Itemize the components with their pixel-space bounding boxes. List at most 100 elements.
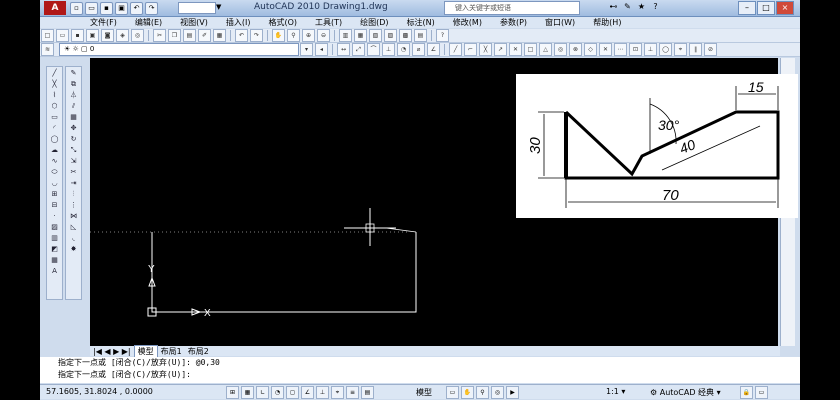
save-icon[interactable]: ▪ [71, 29, 84, 42]
diameter-icon[interactable]: ⌀ [412, 43, 425, 56]
cut-icon[interactable]: ✂ [153, 29, 166, 42]
application-menu-button[interactable]: A [44, 1, 66, 15]
array-icon[interactable]: ▦ [68, 112, 79, 122]
trim-icon[interactable]: ✂ [68, 167, 79, 177]
chamfer-icon[interactable]: ◺ [68, 222, 79, 232]
clean-screen-icon[interactable]: ▭ [755, 386, 768, 399]
ducs-icon[interactable]: ⊥ [316, 386, 329, 399]
layout-icon[interactable]: ▭ [446, 386, 459, 399]
polygon-icon[interactable]: ⬡ [49, 101, 60, 111]
close-button[interactable]: × [776, 1, 794, 15]
grid-icon[interactable]: ▦ [241, 386, 254, 399]
design-center-icon[interactable]: ▦ [354, 29, 367, 42]
coordinates-readout[interactable]: 57.1605, 31.8024 , 0.0000 [46, 387, 153, 396]
tab-model[interactable]: 模型 [133, 344, 158, 358]
osnap-toggle-icon[interactable]: ◻ [286, 386, 299, 399]
center-icon[interactable]: ◎ [554, 43, 567, 56]
workspace-switch[interactable]: ⚙ AutoCAD 经典 ▾ [650, 387, 721, 398]
ortho-icon[interactable]: ∟ [256, 386, 269, 399]
menu-parametric[interactable]: 参数(P) [494, 17, 533, 28]
mtext-icon[interactable]: A [49, 266, 60, 276]
linear-dim-icon[interactable]: ↔ [337, 43, 350, 56]
plot-icon[interactable]: ▣ [86, 29, 99, 42]
quickcalc-icon[interactable]: ▤ [414, 29, 427, 42]
xline-icon[interactable]: ╳ [49, 79, 60, 89]
sheet-set-icon[interactable]: ▨ [384, 29, 397, 42]
make-block-icon[interactable]: ⊟ [49, 200, 60, 210]
midpoint-icon[interactable]: △ [539, 43, 552, 56]
aligned-dim-icon[interactable]: ⤢ [352, 43, 365, 56]
command-prompt-line[interactable]: 指定下一点或 [闭合(C)/放弃(U)]: [40, 369, 800, 381]
tangent-icon[interactable]: ◯ [659, 43, 672, 56]
insertion-icon[interactable]: ⊡ [629, 43, 642, 56]
revcloud-icon[interactable]: ☁ [49, 145, 60, 155]
menu-help[interactable]: 帮助(H) [587, 17, 627, 28]
new-icon[interactable]: ▫ [70, 2, 83, 15]
block-editor-icon[interactable]: ▦ [213, 29, 226, 42]
qp-icon[interactable]: ▤ [361, 386, 374, 399]
menu-tools[interactable]: 工具(T) [309, 17, 348, 28]
plot-icon[interactable]: ▣ [115, 2, 128, 15]
node-icon[interactable]: ⊗ [569, 43, 582, 56]
command-window[interactable]: 指定下一点或 [闭合(C)/放弃(U)]: @0,30 指定下一点或 [闭合(C… [40, 357, 800, 383]
menu-format[interactable]: 格式(O) [262, 17, 303, 28]
help-icon[interactable]: ? [650, 1, 661, 12]
quadrant-icon[interactable]: ◇ [584, 43, 597, 56]
circle-icon[interactable]: ◯ [49, 134, 60, 144]
nearest-icon[interactable]: ⌖ [674, 43, 687, 56]
comm-center-icon[interactable]: ✎ [622, 1, 633, 12]
tab-nav-icon[interactable]: |◀ ◀ ▶ ▶| [90, 347, 134, 356]
perpendicular-icon[interactable]: ⊥ [644, 43, 657, 56]
point-icon[interactable]: · [49, 211, 60, 221]
snap-none-icon[interactable]: ⊘ [704, 43, 717, 56]
tab-layout2[interactable]: 布局2 [185, 346, 212, 357]
steering-wheel-icon[interactable]: ◎ [491, 386, 504, 399]
ordinate-icon[interactable]: ⊥ [382, 43, 395, 56]
mirror-icon[interactable]: ⏃ [68, 90, 79, 100]
menu-window[interactable]: 窗口(W) [539, 17, 581, 28]
ellipse-icon[interactable]: ⬭ [49, 167, 60, 177]
snap-icon[interactable]: ⊞ [226, 386, 239, 399]
extension-icon[interactable]: ⋯ [614, 43, 627, 56]
polar-icon[interactable]: ◔ [271, 386, 284, 399]
xline-icon[interactable]: ╳ [479, 43, 492, 56]
erase-icon[interactable]: ✎ [68, 68, 79, 78]
save-icon[interactable]: ▪ [100, 2, 113, 15]
endpoint-icon[interactable]: □ [524, 43, 537, 56]
intersection-icon[interactable]: ✕ [599, 43, 612, 56]
polyline-icon[interactable]: ⌇ [49, 90, 60, 100]
properties-icon[interactable]: ▥ [339, 29, 352, 42]
copy-object-icon[interactable]: ⧉ [68, 79, 79, 89]
menu-view[interactable]: 视图(V) [174, 17, 214, 28]
minimize-button[interactable]: – [738, 1, 756, 15]
open-icon[interactable]: ▭ [85, 2, 98, 15]
osnap-icon[interactable]: ✕ [509, 43, 522, 56]
menu-dimension[interactable]: 标注(N) [401, 17, 441, 28]
menu-edit[interactable]: 编辑(E) [129, 17, 168, 28]
zoom-previous-icon[interactable]: ⊖ [317, 29, 330, 42]
rotate-icon[interactable]: ↻ [68, 134, 79, 144]
redo-icon[interactable]: ↷ [250, 29, 263, 42]
workspace-combo[interactable] [178, 2, 216, 14]
move-icon[interactable]: ✥ [68, 123, 79, 133]
preview-icon[interactable]: ◙ [101, 29, 114, 42]
3d-dwf-icon[interactable]: ◎ [131, 29, 144, 42]
make-current-icon[interactable]: ▾ [300, 43, 313, 56]
parallel-icon[interactable]: ∥ [689, 43, 702, 56]
menu-modify[interactable]: 修改(M) [447, 17, 488, 28]
zoom-window-icon[interactable]: ⊕ [302, 29, 315, 42]
stretch-icon[interactable]: ⇲ [68, 156, 79, 166]
zoom-realtime-icon[interactable]: ⚲ [287, 29, 300, 42]
lock-icon[interactable]: 🔒 [740, 386, 753, 399]
tab-layout1[interactable]: 布局1 [158, 346, 185, 357]
markup-icon[interactable]: ▩ [399, 29, 412, 42]
break-point-icon[interactable]: ⫶ [68, 189, 79, 199]
region-icon[interactable]: ◩ [49, 244, 60, 254]
dyn-icon[interactable]: ⌖ [331, 386, 344, 399]
pan-icon[interactable]: ✋ [272, 29, 285, 42]
layer-combo[interactable]: ☀ ☼ ▢ 0 [59, 43, 299, 56]
maximize-button[interactable]: □ [757, 1, 775, 15]
publish-icon[interactable]: ◈ [116, 29, 129, 42]
insert-block-icon[interactable]: ⊞ [49, 189, 60, 199]
undo-icon[interactable]: ↶ [130, 2, 143, 15]
